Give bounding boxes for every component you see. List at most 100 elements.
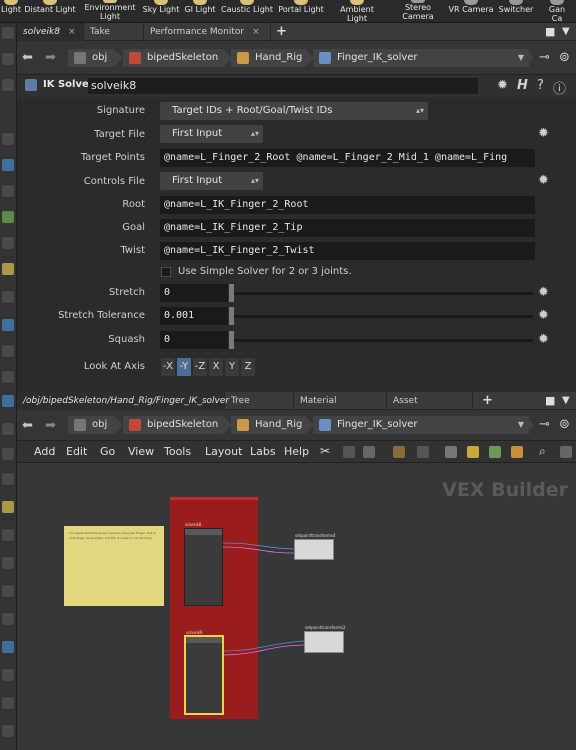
squash-slider-knob[interactable] [229, 331, 234, 349]
stretch-tolerance-field[interactable]: 0.001 [160, 307, 228, 325]
display-tool-icon[interactable] [2, 237, 14, 249]
axis-neg-y-button[interactable]: -Y [177, 358, 191, 376]
path-segment-hand-rig[interactable]: Hand_Rig [231, 49, 314, 67]
pane-menu-icon[interactable]: ▼ [562, 393, 570, 409]
root-field[interactable]: @name=L_IK_Finger_2_Root [160, 196, 535, 214]
palette-icon[interactable] [393, 446, 405, 458]
menu-tools[interactable]: Tools [164, 445, 191, 458]
path-segment-bipedskeleton[interactable]: bipedSkeleton [123, 416, 232, 434]
help-icon[interactable] [2, 79, 14, 91]
back-arrow-icon[interactable]: ⬅ [22, 418, 33, 433]
pane-menu-icon[interactable]: ▼ [562, 24, 570, 40]
stretch-gear-icon[interactable]: ✹ [538, 285, 549, 300]
shelf-portal-light[interactable]: Portal Light [277, 0, 325, 23]
sticky-note-icon[interactable] [467, 446, 479, 458]
shelf-sky-light[interactable]: Sky Light [142, 0, 180, 23]
render-tool-icon[interactable] [2, 291, 14, 303]
ghost-tool-icon[interactable] [2, 371, 14, 383]
shelf-caustic-light[interactable]: Caustic Light [221, 0, 273, 23]
stretch-slider-knob[interactable] [229, 284, 234, 302]
network-tool-icon[interactable] [2, 448, 14, 460]
handle-tool-icon[interactable] [2, 159, 14, 171]
tab-solveik8[interactable]: solveik8 × [17, 23, 84, 41]
geometry-tool-icon[interactable] [2, 345, 14, 357]
add-tab-icon[interactable]: + [482, 393, 493, 409]
pose-tool-icon[interactable] [2, 185, 14, 197]
target-points-field[interactable]: @name=L_Finger_2_Root @name=L_Finger_2_M… [160, 149, 535, 167]
axis-z-button[interactable]: Z [241, 358, 255, 376]
tab-performance-monitor[interactable]: Performance Monitor × [144, 23, 271, 41]
gear-icon[interactable]: ✹ [497, 78, 508, 93]
path-dropdown-icon[interactable]: ▼ [513, 416, 529, 434]
stretch-tolerance-slider-knob[interactable] [229, 307, 234, 325]
stretch-field[interactable]: 0 [160, 284, 228, 302]
sticky-tool-icon[interactable] [2, 501, 14, 513]
help-h-icon[interactable]: H [517, 78, 528, 93]
image-icon[interactable] [445, 446, 457, 458]
tab-tree-view[interactable]: Tree View× [225, 392, 294, 424]
stretch-tolerance-gear-icon[interactable]: ✹ [538, 308, 549, 323]
info-icon[interactable]: ⓘ [553, 78, 566, 97]
view-tool-icon[interactable] [2, 133, 14, 145]
back-arrow-icon[interactable]: ⬅ [22, 50, 33, 65]
select-tool-icon[interactable] [2, 27, 14, 39]
path-segment-bipedskeleton[interactable]: bipedSkeleton [123, 49, 232, 67]
path-segment-obj[interactable]: obj [68, 416, 123, 434]
target-file-menu[interactable]: First Input ▴▾ [160, 125, 263, 143]
tab-network-path[interactable]: /obj/bipedSkeleton/Hand_Rig/Finger_IK_so… [17, 392, 229, 410]
path-dropdown-icon[interactable]: ▼ [513, 49, 529, 67]
tree-icon[interactable] [343, 446, 355, 458]
path-segment-obj[interactable]: obj [68, 49, 123, 67]
list-icon[interactable] [363, 446, 375, 458]
shelf-light[interactable]: Light [0, 0, 22, 23]
shelf-switcher[interactable]: Switcher [497, 0, 535, 23]
tab-take-list[interactable]: Take List× [84, 23, 144, 55]
search-icon[interactable]: ⌕ [539, 444, 551, 458]
forward-arrow-icon[interactable]: ➡ [45, 50, 56, 65]
shelf-distant-light[interactable]: Distant Light [24, 0, 76, 23]
path-segment-finger-ik-solver[interactable]: Finger_IK_solver [313, 49, 534, 67]
axis-y-button[interactable]: Y [225, 358, 239, 376]
snap-tool-icon[interactable] [2, 211, 14, 223]
menu-edit[interactable]: Edit [66, 445, 87, 458]
signature-menu[interactable]: Target IDs + Root/Goal/Twist IDs ▴▾ [160, 102, 428, 120]
camera-tool-icon[interactable] [2, 319, 14, 331]
color-tool-icon[interactable] [2, 669, 14, 681]
path-segment-finger-ik-solver[interactable]: Finger_IK_solver [313, 416, 534, 434]
menu-go[interactable]: Go [100, 445, 115, 458]
link-icon[interactable]: ⊚ [559, 50, 570, 65]
close-icon[interactable]: × [68, 27, 76, 37]
controls-file-gear-icon[interactable]: ✹ [538, 173, 549, 188]
tab-material-palette[interactable]: Material Palette× [294, 392, 387, 424]
shape-tool-icon[interactable] [2, 585, 14, 597]
squash-gear-icon[interactable]: ✹ [538, 332, 549, 347]
dot-tool-icon[interactable] [2, 557, 14, 569]
layout-tool-icon[interactable] [2, 423, 14, 435]
shelf-vr-camera[interactable]: VR Camera [448, 0, 494, 23]
info-tool-icon[interactable] [2, 395, 14, 407]
pin-icon[interactable]: ⊸ [539, 50, 550, 65]
close-icon[interactable]: × [252, 27, 260, 37]
menu-add[interactable]: Add [34, 445, 55, 458]
shelf-gi-light[interactable]: GI Light [183, 0, 217, 23]
pin-icon[interactable]: ⊸ [539, 417, 550, 432]
tab-asset-browser[interactable]: Asset Browser× [387, 392, 473, 424]
box-tool-icon[interactable] [2, 529, 14, 541]
squash-slider[interactable] [233, 339, 533, 342]
light-tool-icon[interactable] [2, 263, 14, 275]
link-icon[interactable]: ⊚ [559, 417, 570, 432]
simple-solver-checkbox[interactable] [161, 267, 171, 277]
axis-neg-x-button[interactable]: -X [161, 358, 175, 376]
controls-file-menu[interactable]: First Input ▴▾ [160, 172, 263, 190]
stretch-tolerance-slider[interactable] [233, 315, 533, 318]
squash-field[interactable]: 0 [160, 331, 228, 349]
shelf-environment-light[interactable]: Environment Light [84, 0, 136, 23]
shelf-ambient-light[interactable]: Ambient Light [329, 0, 385, 23]
twist-field[interactable]: @name=L_IK_Finger_2_Twist [160, 242, 535, 260]
goal-field[interactable]: @name=L_IK_Finger_2_Tip [160, 219, 535, 237]
transform-tool-icon[interactable] [2, 53, 14, 65]
menu-view[interactable]: View [128, 445, 154, 458]
target-file-gear-icon[interactable]: ✹ [538, 126, 549, 141]
visibility-icon[interactable] [560, 446, 572, 458]
menu-help[interactable]: Help [284, 445, 309, 458]
